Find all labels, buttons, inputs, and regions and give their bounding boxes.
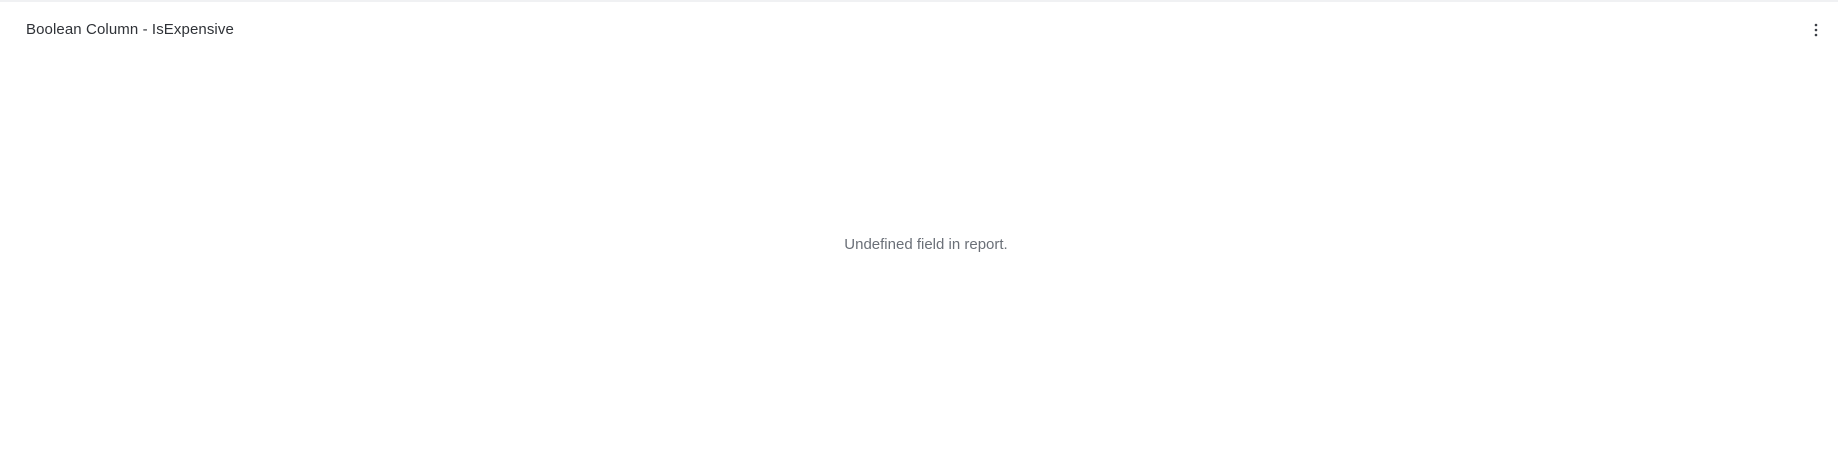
widget-menu-button[interactable] [1806, 16, 1826, 44]
widget-header: Boolean Column - IsExpensive [0, 2, 1838, 58]
widget-title: Boolean Column - IsExpensive [26, 21, 234, 38]
empty-state-message: Undefined field in report. [844, 236, 1008, 253]
report-widget: Boolean Column - IsExpensive Undefined f… [0, 0, 1838, 449]
more-vertical-icon [1814, 23, 1818, 37]
